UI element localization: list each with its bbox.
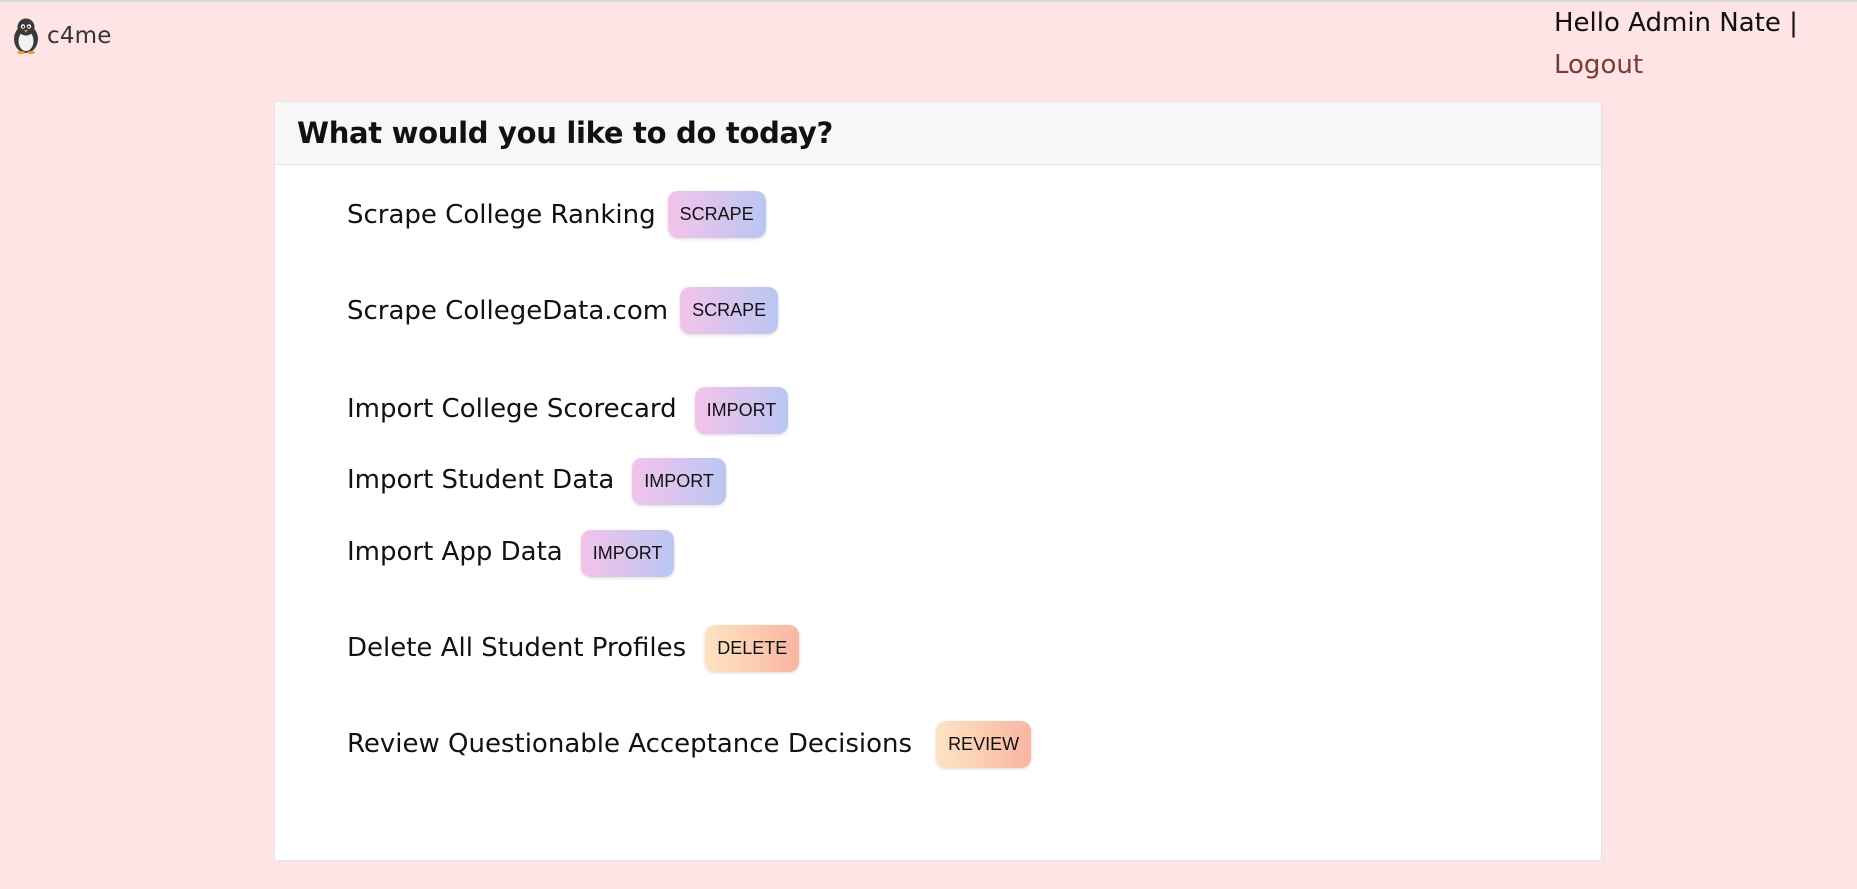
- user-greeting-area: Hello Admin Nate | Logout: [1554, 2, 1798, 86]
- task-row-scrape-college-ranking: Scrape College Ranking SCRAPE: [347, 191, 766, 238]
- task-label: Scrape College Ranking: [347, 199, 656, 230]
- greeting-text: Hello Admin Nate |: [1554, 8, 1798, 38]
- task-row-import-student-data: Import Student Data IMPORT: [347, 454, 726, 505]
- admin-task-card: What would you like to do today? Scrape …: [274, 101, 1602, 861]
- card-title: What would you like to do today?: [297, 116, 834, 150]
- task-row-review-acceptance-decisions: Review Questionable Acceptance Decisions…: [347, 719, 1032, 768]
- task-row-import-app-data: Import App Data IMPORT: [347, 526, 675, 577]
- review-acceptance-decisions-button[interactable]: REVIEW: [936, 721, 1032, 768]
- scrape-college-ranking-button[interactable]: SCRAPE: [667, 191, 766, 238]
- import-student-data-button[interactable]: IMPORT: [632, 458, 726, 505]
- card-header: What would you like to do today?: [275, 102, 1601, 165]
- task-label: Import App Data: [347, 536, 563, 567]
- task-label: Import College Scorecard: [347, 393, 677, 424]
- import-app-data-button[interactable]: IMPORT: [580, 530, 675, 577]
- task-label: Review Questionable Acceptance Decisions: [347, 728, 913, 759]
- task-row-import-college-scorecard: Import College Scorecard IMPORT: [347, 383, 789, 434]
- delete-student-profiles-button[interactable]: DELETE: [705, 625, 800, 672]
- task-row-scrape-collegedata: Scrape CollegeData.com SCRAPE: [347, 287, 779, 334]
- brand-logo[interactable]: c4me: [11, 18, 112, 54]
- task-label: Delete All Student Profiles: [347, 632, 687, 663]
- task-label: Import Student Data: [347, 464, 615, 495]
- task-row-delete-student-profiles: Delete All Student Profiles DELETE: [347, 623, 800, 672]
- logout-link[interactable]: Logout: [1554, 44, 1798, 86]
- import-college-scorecard-button[interactable]: IMPORT: [694, 387, 789, 434]
- scrape-collegedata-button[interactable]: SCRAPE: [680, 287, 779, 334]
- task-label: Scrape CollegeData.com: [347, 295, 669, 326]
- brand-name[interactable]: c4me: [47, 23, 112, 49]
- penguin-icon: [11, 18, 41, 54]
